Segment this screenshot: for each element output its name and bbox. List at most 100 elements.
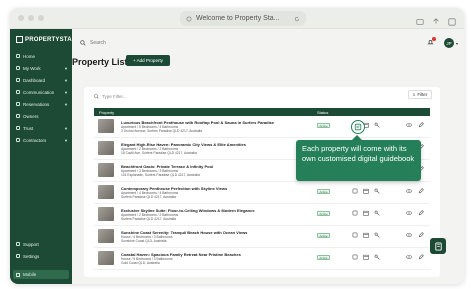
reload-icon[interactable] — [294, 16, 300, 22]
sidebar-item-trust[interactable]: Trust ▼ — [13, 122, 71, 134]
add-property-button[interactable]: + Add Property — [126, 55, 170, 66]
sidebar-item-communication[interactable]: Communication ▼ — [13, 86, 71, 98]
sidebar-item-settings[interactable]: Settings — [13, 250, 71, 262]
calendar-icon[interactable] — [363, 254, 369, 260]
sidebar-item-label: Mobile — [23, 272, 37, 277]
sidebar-item-mobile[interactable]: Mobile — [13, 270, 69, 279]
row-actions-right — [406, 232, 424, 238]
calendar-icon[interactable] — [363, 188, 369, 194]
sidebar-item-label: Trust — [23, 125, 34, 131]
guidebook-icon[interactable] — [351, 120, 365, 134]
property-thumbnail[interactable] — [98, 207, 114, 221]
chevron-down-icon: ▼ — [64, 101, 68, 107]
sidebar-item-owners[interactable]: Owners — [13, 110, 71, 122]
key-icon[interactable] — [374, 122, 380, 128]
property-address: 18 Cavill Ave, Surfers Paradise QLD 4217… — [121, 151, 197, 155]
table-row[interactable]: Coastal Haven: Spacious Family Retreat N… — [94, 248, 430, 270]
property-address: Surfers Paradise QLD 4217, Australia — [121, 195, 176, 199]
guidebook-float-button[interactable] — [430, 238, 446, 254]
sidebar-item-my-work[interactable]: My Work ▼ — [13, 62, 71, 74]
search-input[interactable]: Search — [80, 37, 340, 49]
property-thumbnail[interactable] — [98, 163, 114, 177]
key-icon[interactable] — [374, 232, 380, 238]
edit-icon[interactable] — [418, 188, 424, 194]
property-thumbnail[interactable] — [98, 229, 114, 243]
avatar: JP — [443, 38, 454, 48]
guide-icon[interactable] — [352, 188, 358, 194]
share-icon[interactable] — [432, 13, 440, 24]
calendar-icon[interactable] — [363, 232, 369, 238]
sidebar-nav: Home My Work ▼ Dashboard ▼ Communication ▼ … — [13, 50, 71, 146]
row-actions — [352, 254, 380, 260]
chat-icon — [16, 90, 20, 94]
bank-icon — [16, 126, 20, 130]
edit-icon[interactable] — [418, 122, 424, 128]
property-thumbnail[interactable] — [98, 141, 114, 155]
sidebar-item-dashboard[interactable]: Dashboard ▼ — [13, 74, 71, 86]
view-icon[interactable] — [406, 122, 412, 128]
filter-label: Filter — [417, 92, 428, 97]
key-icon[interactable] — [374, 210, 380, 216]
tabs-icon[interactable] — [448, 13, 456, 26]
guide-icon[interactable] — [352, 210, 358, 216]
property-thumbnail[interactable] — [98, 185, 114, 199]
sidebar-bottom-nav: Support Settings — [13, 238, 71, 262]
gear-icon — [16, 254, 20, 258]
sidebar-item-support[interactable]: Support — [13, 238, 71, 250]
column-header-status[interactable]: Status — [317, 110, 328, 115]
sidebar-item-label: Support — [23, 241, 39, 247]
key-icon[interactable] — [374, 254, 380, 260]
search-icon — [80, 40, 86, 46]
sidebar-item-home[interactable]: Home — [13, 50, 71, 62]
search-placeholder: Search — [90, 40, 106, 46]
address-bar[interactable]: Welcome to Property Sta... — [180, 11, 306, 26]
top-header: Search JP ▾ — [72, 29, 464, 57]
briefcase-icon — [16, 66, 20, 70]
column-header-property[interactable]: Property — [99, 110, 114, 115]
row-actions — [352, 232, 380, 238]
guide-icon[interactable] — [352, 232, 358, 238]
minimize-dot[interactable] — [28, 15, 34, 21]
filter-button[interactable]: ≡ Filter — [408, 90, 432, 99]
edit-icon[interactable] — [418, 210, 424, 216]
user-menu[interactable]: JP ▾ — [443, 38, 458, 48]
table-row[interactable]: Contemporary Penthouse Perfection with S… — [94, 182, 430, 204]
help-icon — [16, 242, 20, 246]
chevron-down-icon: ▼ — [64, 89, 68, 95]
edit-icon[interactable] — [418, 254, 424, 260]
view-icon[interactable] — [406, 232, 412, 238]
edit-icon[interactable] — [418, 232, 424, 238]
property-thumbnail[interactable] — [98, 251, 114, 265]
calendar-icon — [16, 102, 20, 106]
sidebar-item-reservations[interactable]: Reservations ▼ — [13, 98, 71, 110]
tools-icon — [16, 138, 20, 142]
search-icon — [94, 93, 99, 99]
key-icon[interactable] — [374, 188, 380, 194]
url-text: Welcome to Property Sta... — [196, 15, 280, 22]
row-actions-right — [406, 210, 424, 216]
type-filter-input[interactable]: Type Filter... — [94, 91, 284, 101]
guide-icon[interactable] — [352, 254, 358, 260]
extension-icon[interactable] — [416, 13, 424, 25]
row-actions — [352, 210, 380, 216]
table-row[interactable]: Luxurious Beachfront Penthouse with Roof… — [94, 116, 430, 138]
close-dot[interactable] — [18, 15, 24, 21]
table-row[interactable]: Sunshine Coast Serenity: Tranquil Beach … — [94, 226, 430, 248]
view-icon[interactable] — [406, 210, 412, 216]
table-row[interactable]: Exclusive Skyline Suite: Floor-to-Ceilin… — [94, 204, 430, 226]
view-icon[interactable] — [406, 254, 412, 260]
property-thumbnail[interactable] — [98, 119, 114, 133]
type-filter-placeholder: Type Filter... — [102, 93, 127, 99]
user-icon — [16, 114, 20, 118]
status-badge: Active — [317, 233, 330, 238]
calendar-icon[interactable] — [363, 210, 369, 216]
maximize-dot[interactable] — [38, 15, 44, 21]
view-icon[interactable] — [406, 188, 412, 194]
sidebar-item-contractors[interactable]: Contractors ▼ — [13, 134, 71, 146]
chevron-down-icon: ▼ — [64, 137, 68, 143]
sidebar-item-label: My Work — [23, 65, 41, 71]
link-icon — [186, 16, 192, 21]
home-icon — [16, 54, 20, 58]
chevron-down-icon: ▼ — [64, 65, 68, 71]
sidebar-item-label: Communication — [23, 89, 55, 95]
